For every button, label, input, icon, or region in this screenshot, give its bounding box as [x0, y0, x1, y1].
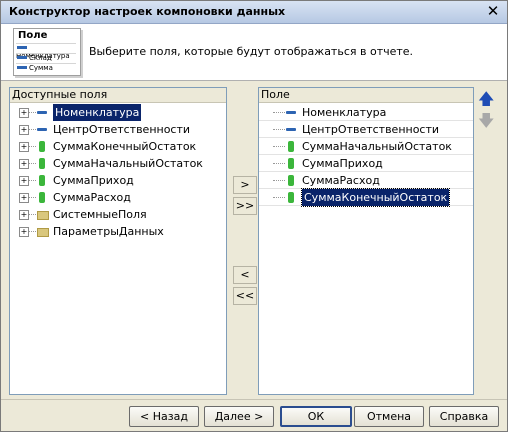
selected-field-label: ЦентрОтветственности: [302, 123, 440, 136]
available-field-label: ЦентрОтветственности: [53, 123, 191, 136]
resource-icon: [39, 175, 45, 186]
close-icon[interactable]: ✕: [485, 3, 501, 19]
available-field-label: СуммаПриход: [53, 174, 134, 187]
instruction-text: Выберите поля, которые будут отображатьс…: [89, 45, 414, 58]
selected-field-item[interactable]: ЦентрОтветственности: [259, 121, 473, 138]
tree-line: [273, 146, 285, 148]
resource-icon: [288, 192, 294, 203]
folder-icon: [37, 211, 49, 220]
selected-field-label: СуммаНачальныйОстаток: [302, 140, 452, 153]
cancel-button[interactable]: Отмена: [354, 406, 424, 427]
selected-field-label: СуммаРасход: [302, 174, 380, 187]
illustration-title: Поле: [18, 30, 48, 41]
available-field-label: Номенклатура: [53, 104, 142, 121]
selected-field-item[interactable]: СуммаКонечныйОстаток: [259, 188, 473, 207]
tree-line: [29, 231, 36, 233]
available-field-label: СистемныеПоля: [53, 208, 147, 221]
tree-line: [273, 112, 285, 114]
selected-field-item[interactable]: СуммаПриход: [259, 155, 473, 172]
resource-icon: [39, 192, 45, 203]
expand-icon[interactable]: +: [19, 227, 29, 237]
expand-icon[interactable]: +: [19, 142, 29, 152]
add-all-fields-button[interactable]: >>: [233, 197, 257, 215]
remove-field-button[interactable]: <: [233, 266, 257, 284]
expand-icon[interactable]: +: [19, 193, 29, 203]
available-field-item[interactable]: + СуммаКонечныйОстаток: [10, 138, 224, 155]
available-field-label: СуммаРасход: [53, 191, 131, 204]
resource-icon: [288, 158, 294, 169]
tree-line: [273, 197, 285, 199]
available-field-label: ПараметрыДанных: [53, 225, 164, 238]
resource-icon: [39, 158, 45, 169]
tree-line: [273, 129, 285, 131]
selected-field-item[interactable]: СуммаРасход: [259, 172, 473, 189]
expand-icon[interactable]: +: [19, 176, 29, 186]
header-area: Поле Номенклатура Склад Сумма Выберите п…: [1, 24, 507, 81]
help-button[interactable]: Справка: [429, 406, 499, 427]
title-bar: Конструктор настроек компоновки данных ✕: [1, 1, 507, 24]
tree-line: [273, 180, 285, 182]
folder-icon: [37, 228, 49, 237]
selected-field-item[interactable]: СуммаНачальныйОстаток: [259, 138, 473, 155]
tree-line: [29, 214, 36, 216]
resource-icon: [288, 175, 294, 186]
illustration-item: Сумма: [16, 63, 76, 74]
tree-line: [273, 163, 285, 165]
next-button[interactable]: Далее >: [204, 406, 274, 427]
available-field-item[interactable]: + ЦентрОтветственности: [10, 121, 224, 138]
resource-icon: [288, 141, 294, 152]
tree-line: [29, 129, 36, 131]
dimension-icon: [286, 111, 296, 114]
move-down-icon[interactable]: 🡇: [478, 113, 494, 129]
dimension-icon: [37, 111, 47, 114]
available-field-label: СуммаКонечныйОстаток: [53, 140, 197, 153]
field-illustration: Поле Номенклатура Склад Сумма: [13, 28, 81, 76]
dimension-icon: [286, 128, 296, 131]
selected-field-label: Номенклатура: [302, 106, 387, 119]
window-title: Конструктор настроек компоновки данных: [9, 5, 286, 18]
selected-field-label: СуммаПриход: [302, 157, 383, 170]
available-field-item[interactable]: + Номенклатура: [10, 104, 224, 121]
expand-icon[interactable]: +: [19, 159, 29, 169]
available-field-item[interactable]: + СуммаРасход: [10, 189, 224, 206]
available-field-item[interactable]: + СуммаНачальныйОстаток: [10, 155, 224, 172]
available-fields-panel[interactable]: Доступные поля + Номенклатура + ЦентрОтветс…: [9, 87, 227, 395]
tree-line: [29, 112, 36, 114]
selected-field-label: СуммаКонечныйОстаток: [300, 188, 451, 207]
tree-line: [29, 163, 36, 165]
move-up-icon[interactable]: 🡅: [478, 91, 494, 107]
dimension-icon: [37, 128, 47, 131]
available-field-item[interactable]: + СистемныеПоля: [10, 206, 224, 223]
available-field-label: СуммаНачальныйОстаток: [53, 157, 203, 170]
tree-line: [29, 146, 36, 148]
dialog-window: Конструктор настроек компоновки данных ✕…: [0, 0, 508, 432]
ok-button[interactable]: ОК: [280, 406, 352, 427]
expand-icon[interactable]: +: [19, 108, 29, 118]
expand-icon[interactable]: +: [19, 210, 29, 220]
button-bar: < Назад Далее > ОК Отмена Справка: [1, 399, 507, 432]
available-field-item[interactable]: + ПараметрыДанных: [10, 223, 224, 240]
selected-field-item[interactable]: Номенклатура: [259, 104, 473, 121]
tree-line: [29, 180, 36, 182]
selected-fields-panel[interactable]: Поле Номенклатура ЦентрОтветственности Сум…: [258, 87, 474, 395]
add-field-button[interactable]: >: [233, 176, 257, 194]
remove-all-fields-button[interactable]: <<: [233, 287, 257, 305]
resource-icon: [39, 141, 45, 152]
back-button[interactable]: < Назад: [129, 406, 199, 427]
available-field-item[interactable]: + СуммаПриход: [10, 172, 224, 189]
available-fields-header: Доступные поля: [10, 88, 226, 103]
selected-fields-header: Поле: [259, 88, 473, 103]
expand-icon[interactable]: +: [19, 125, 29, 135]
tree-line: [29, 197, 36, 199]
